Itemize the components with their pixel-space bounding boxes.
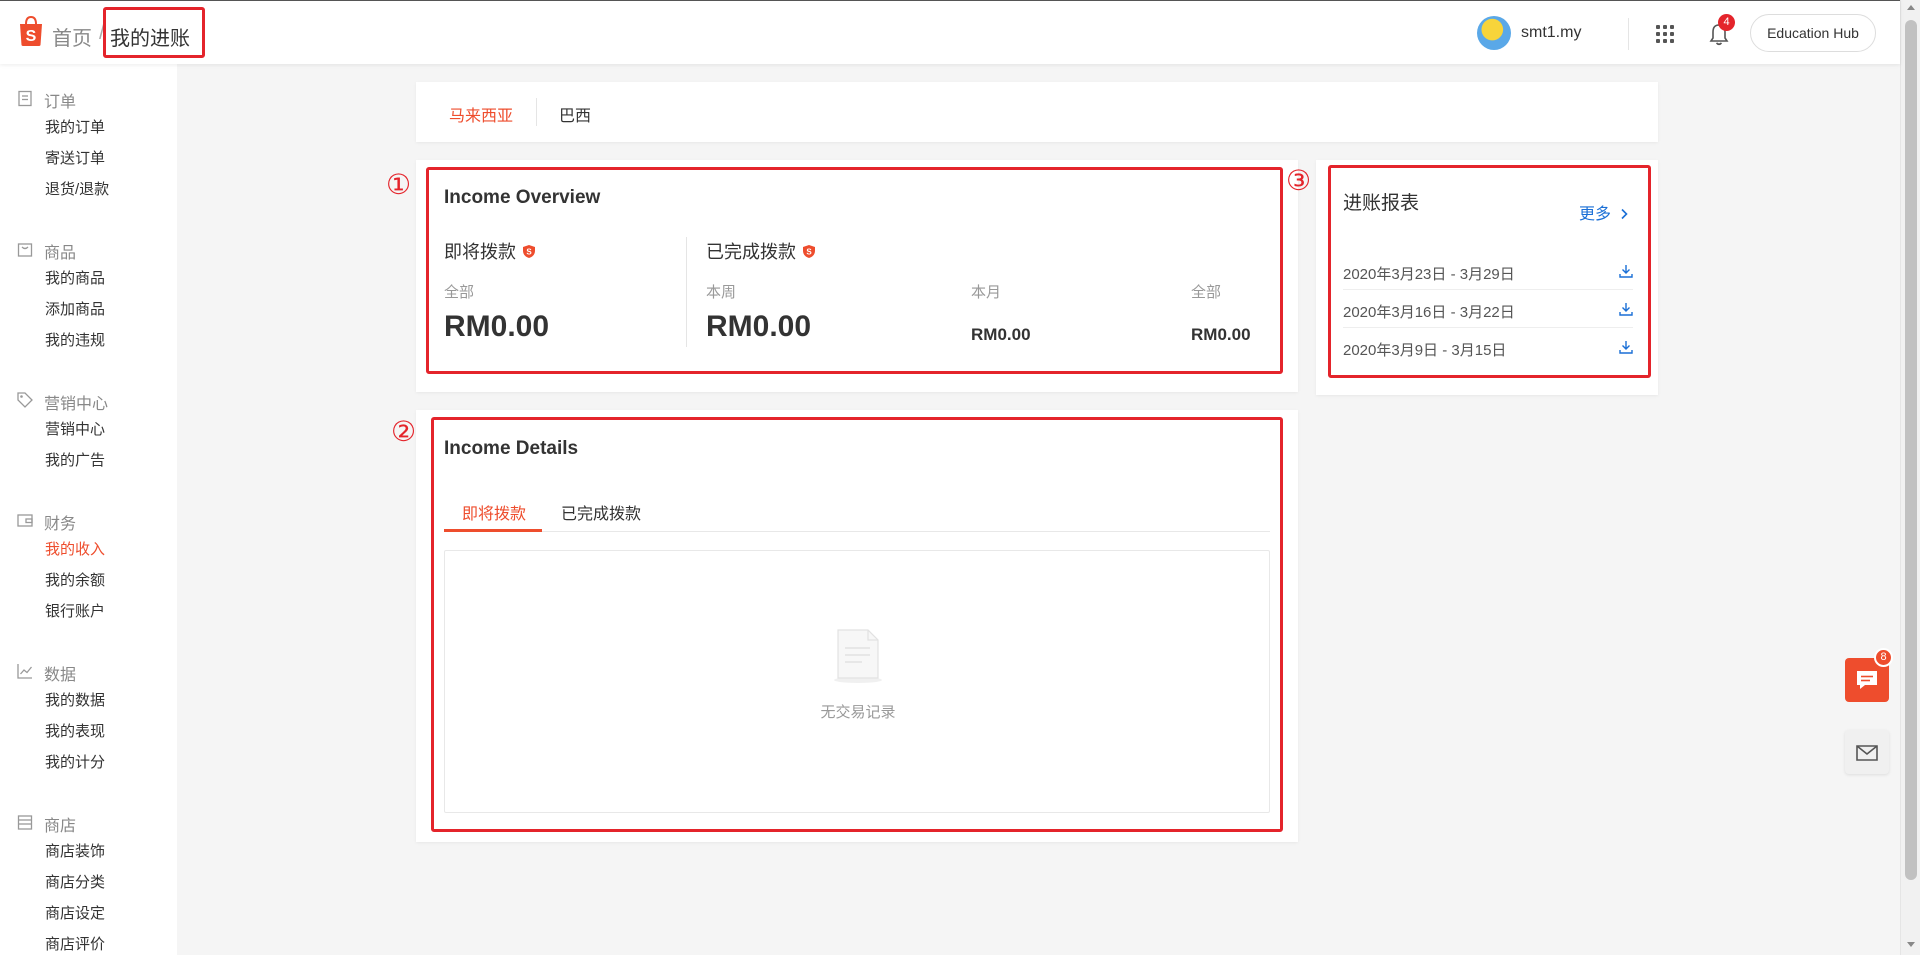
- scroll-down-arrow-icon[interactable]: [1907, 942, 1915, 947]
- sidebar-item-my-products[interactable]: 我的商品: [45, 267, 105, 288]
- sidebar-item-my-orders[interactable]: 我的订单: [45, 116, 105, 137]
- sidebar-item-my-data[interactable]: 我的数据: [45, 689, 105, 710]
- annotation-box-overview: [426, 167, 1283, 374]
- tab-brazil[interactable]: 巴西: [559, 102, 591, 126]
- sidebar-item-marketing-centre[interactable]: 营销中心: [45, 418, 105, 439]
- sidebar-item-add-product[interactable]: 添加商品: [45, 298, 105, 319]
- sidebar-item-violations[interactable]: 我的违规: [45, 329, 105, 350]
- sidebar-item-my-score[interactable]: 我的计分: [45, 751, 105, 772]
- sidebar-section-title: 商品: [44, 245, 77, 262]
- svg-text:S: S: [26, 28, 37, 45]
- sidebar-section-title: 数据: [44, 667, 77, 684]
- chat-badge: 8: [1874, 648, 1893, 667]
- sidebar-section-title: 订单: [44, 94, 77, 111]
- annotation-number-2: ②: [391, 415, 417, 448]
- mail-icon: [1856, 745, 1878, 761]
- sidebar-item-shop-categories[interactable]: 商店分类: [45, 871, 105, 892]
- scrollbar-thumb[interactable]: [1905, 20, 1917, 880]
- sidebar-item-shop-decoration[interactable]: 商店装饰: [45, 840, 105, 861]
- scroll-up-arrow-icon[interactable]: [1907, 5, 1915, 10]
- sidebar-item-my-income[interactable]: 我的收入: [45, 538, 105, 559]
- breadcrumb-home[interactable]: 首页: [52, 22, 92, 51]
- sidebar-item-bank-accounts[interactable]: 银行账户: [45, 600, 105, 621]
- sidebar-section-title: 营销中心: [44, 396, 109, 413]
- education-hub-button[interactable]: Education Hub: [1750, 14, 1876, 52]
- annotation-number-3: ③: [1286, 164, 1312, 197]
- notification-badge: 4: [1718, 14, 1735, 31]
- tab-divider: [536, 98, 537, 126]
- sidebar-item-shipping-orders[interactable]: 寄送订单: [45, 147, 105, 168]
- top-bar: S 首页 / 我的进账 smt1.my 4 Education Hub: [0, 0, 1900, 64]
- apps-grid-icon[interactable]: [1656, 25, 1674, 43]
- wallet-icon: [17, 514, 33, 527]
- sidebar-section-title: 商店: [44, 818, 77, 835]
- clipboard-icon: [18, 90, 32, 107]
- annotation-box-details: [431, 417, 1283, 832]
- sidebar-section-title: 财务: [44, 516, 77, 533]
- tag-icon: [17, 392, 33, 408]
- shop-icon: [17, 815, 33, 830]
- username[interactable]: smt1.my: [1521, 24, 1581, 42]
- page-scrollbar[interactable]: [1900, 0, 1920, 955]
- region-tabs: 马来西亚 巴西: [416, 82, 1658, 142]
- sidebar-item-shop-settings[interactable]: 商店设定: [45, 902, 105, 923]
- sidebar: 订单 我的订单 寄送订单 退货/退款 商品 我的商品 添加商品 我的违规 营销中…: [0, 64, 177, 955]
- sidebar-item-returns[interactable]: 退货/退款: [45, 178, 109, 199]
- shopee-logo-icon[interactable]: S: [17, 15, 45, 47]
- header-divider: [1628, 18, 1629, 50]
- avatar[interactable]: [1477, 16, 1511, 50]
- tab-malaysia[interactable]: 马来西亚: [449, 102, 513, 126]
- sidebar-item-my-balance[interactable]: 我的余额: [45, 569, 105, 590]
- annotation-box-breadcrumb: [103, 7, 205, 58]
- annotation-number-1: ①: [386, 168, 412, 201]
- chart-icon: [17, 664, 33, 679]
- sidebar-item-shop-reviews[interactable]: 商店评价: [45, 933, 105, 954]
- sidebar-item-my-ads[interactable]: 我的广告: [45, 449, 105, 470]
- mail-button[interactable]: [1845, 730, 1889, 774]
- bag-icon: [17, 243, 33, 257]
- annotation-box-reports: [1328, 165, 1651, 378]
- sidebar-item-my-performance[interactable]: 我的表现: [45, 720, 105, 741]
